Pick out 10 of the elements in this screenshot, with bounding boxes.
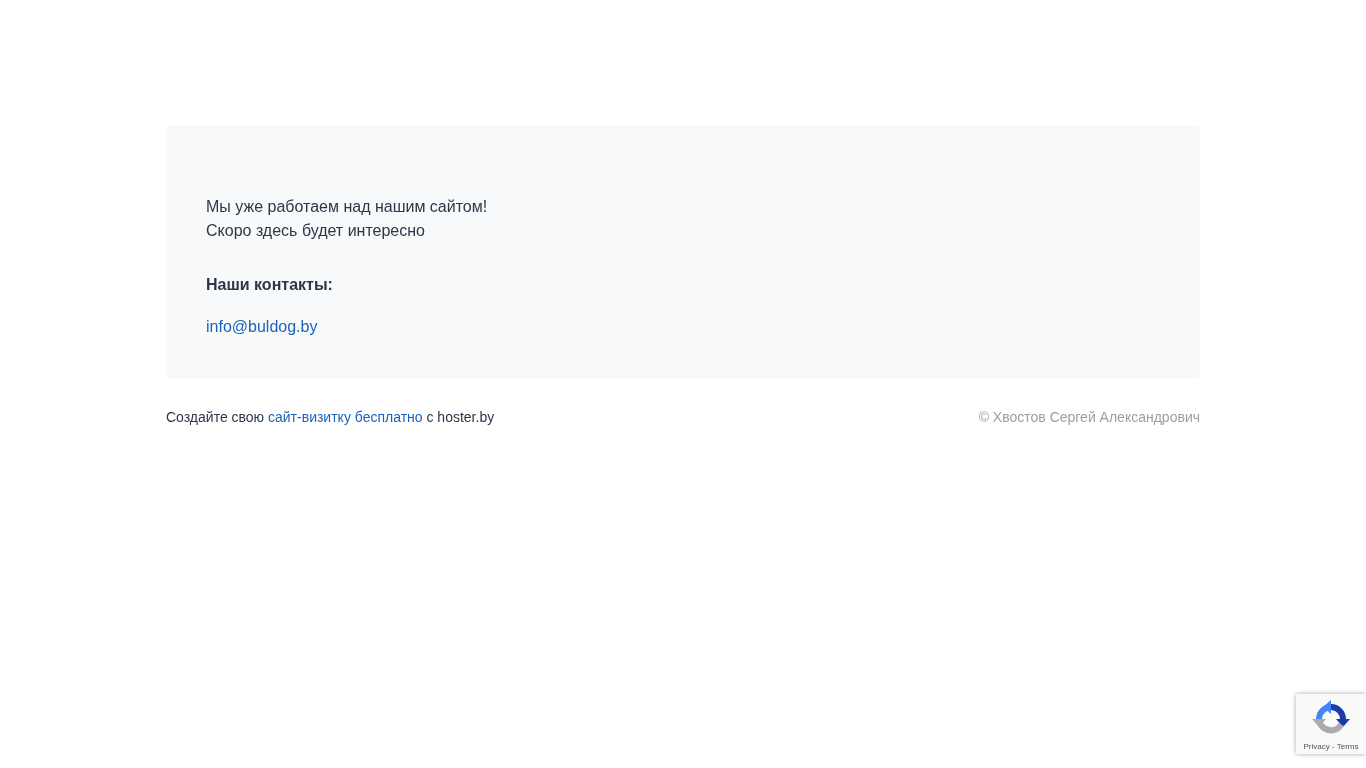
contacts-heading: Наши контакты: bbox=[206, 275, 334, 295]
message-line: Скоро здесь будет интересно bbox=[206, 221, 426, 241]
message-line: Мы уже работаем над нашим сайтом! bbox=[206, 197, 489, 217]
copyright-text: © Хвостов Сергей Александрович bbox=[978, 408, 1200, 427]
privacy-link[interactable]: Privacy bbox=[1303, 742, 1330, 751]
separator-text: - bbox=[1330, 742, 1336, 751]
promo-text: Создайте свою сайт-визитку бесплатно с hoster.by bbox=[166, 408, 495, 427]
email-link[interactable]: info@buldog.by bbox=[206, 315, 318, 339]
terms-link[interactable]: Terms bbox=[1336, 742, 1359, 751]
promo-link[interactable]: сайт-визитку бесплатно bbox=[268, 409, 423, 425]
